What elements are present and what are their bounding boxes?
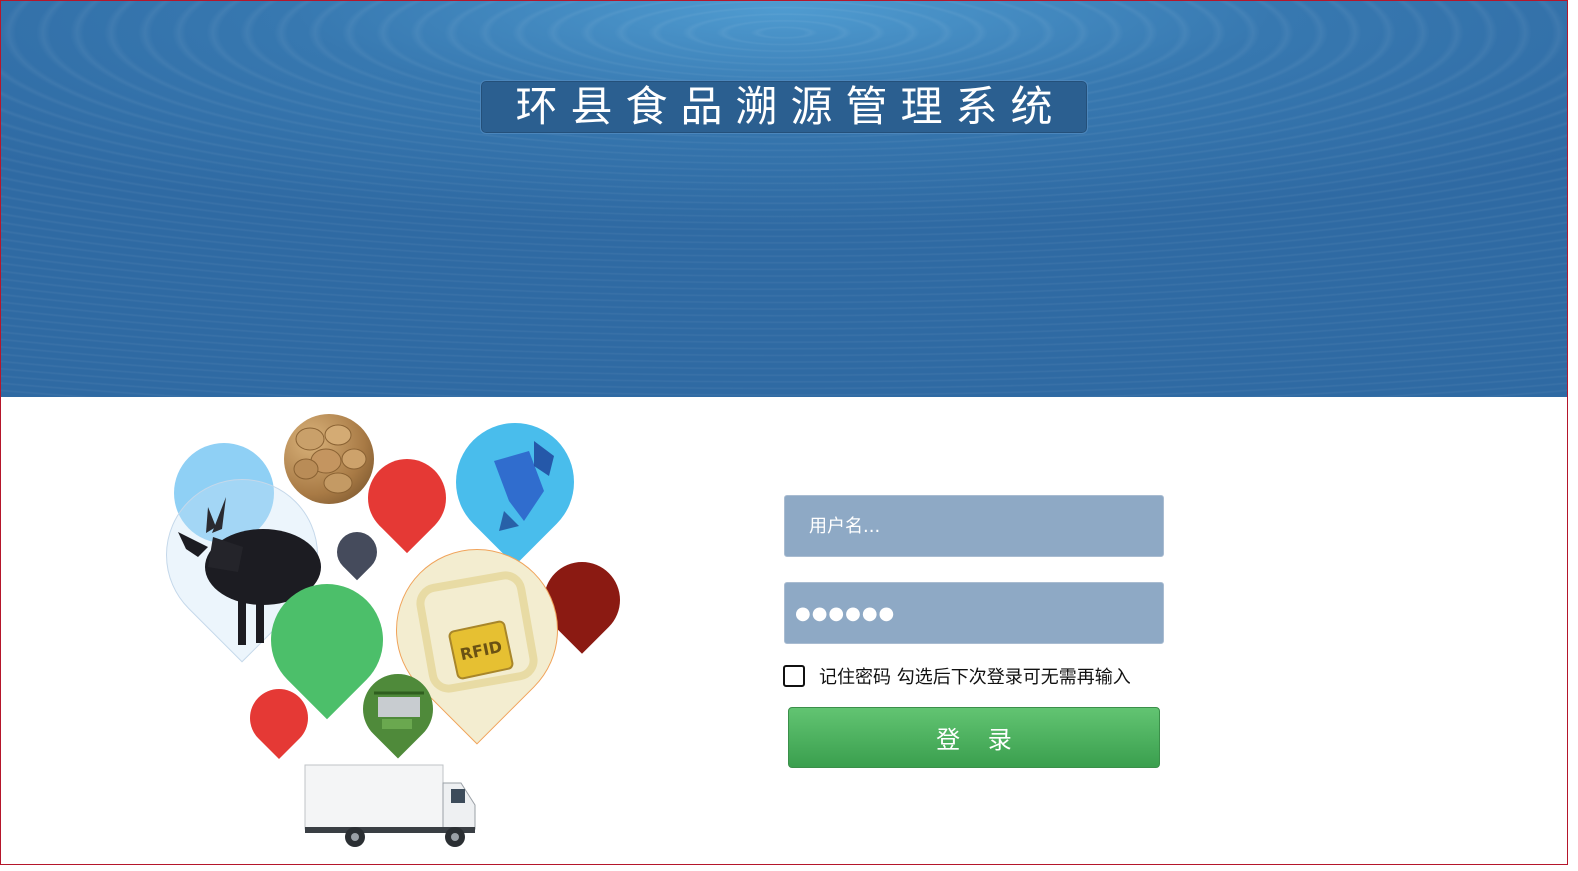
username-input[interactable] (784, 495, 1164, 557)
truck-icon (304, 764, 476, 847)
dark-bubble (328, 523, 386, 581)
traceability-illustration: RFID (134, 398, 636, 857)
remember-label: 记住密码 勾选后下次登录可无需再输入 (819, 667, 1131, 688)
tech-figure-icon (494, 441, 554, 531)
rfid-label: RFID (458, 636, 504, 664)
farm-icon (374, 691, 424, 729)
password-input[interactable] (784, 582, 1164, 644)
header-banner: 环县食品溯源管理系统 (1, 1, 1567, 397)
login-page: 环县食品溯源管理系统 RFID 用户名... ●●●●●● 记住密码 勾选后下次… (0, 0, 1568, 865)
remember-password[interactable]: 记住密码 勾选后下次登录可无需再输入 (783, 662, 1131, 690)
title-box: 环县食品溯源管理系统 (480, 80, 1088, 134)
remember-checkbox[interactable] (783, 665, 805, 687)
login-button[interactable]: 登 录 (788, 707, 1160, 768)
page-title: 环县食品溯源管理系统 (515, 82, 1066, 131)
potatoes-icon (293, 424, 367, 494)
